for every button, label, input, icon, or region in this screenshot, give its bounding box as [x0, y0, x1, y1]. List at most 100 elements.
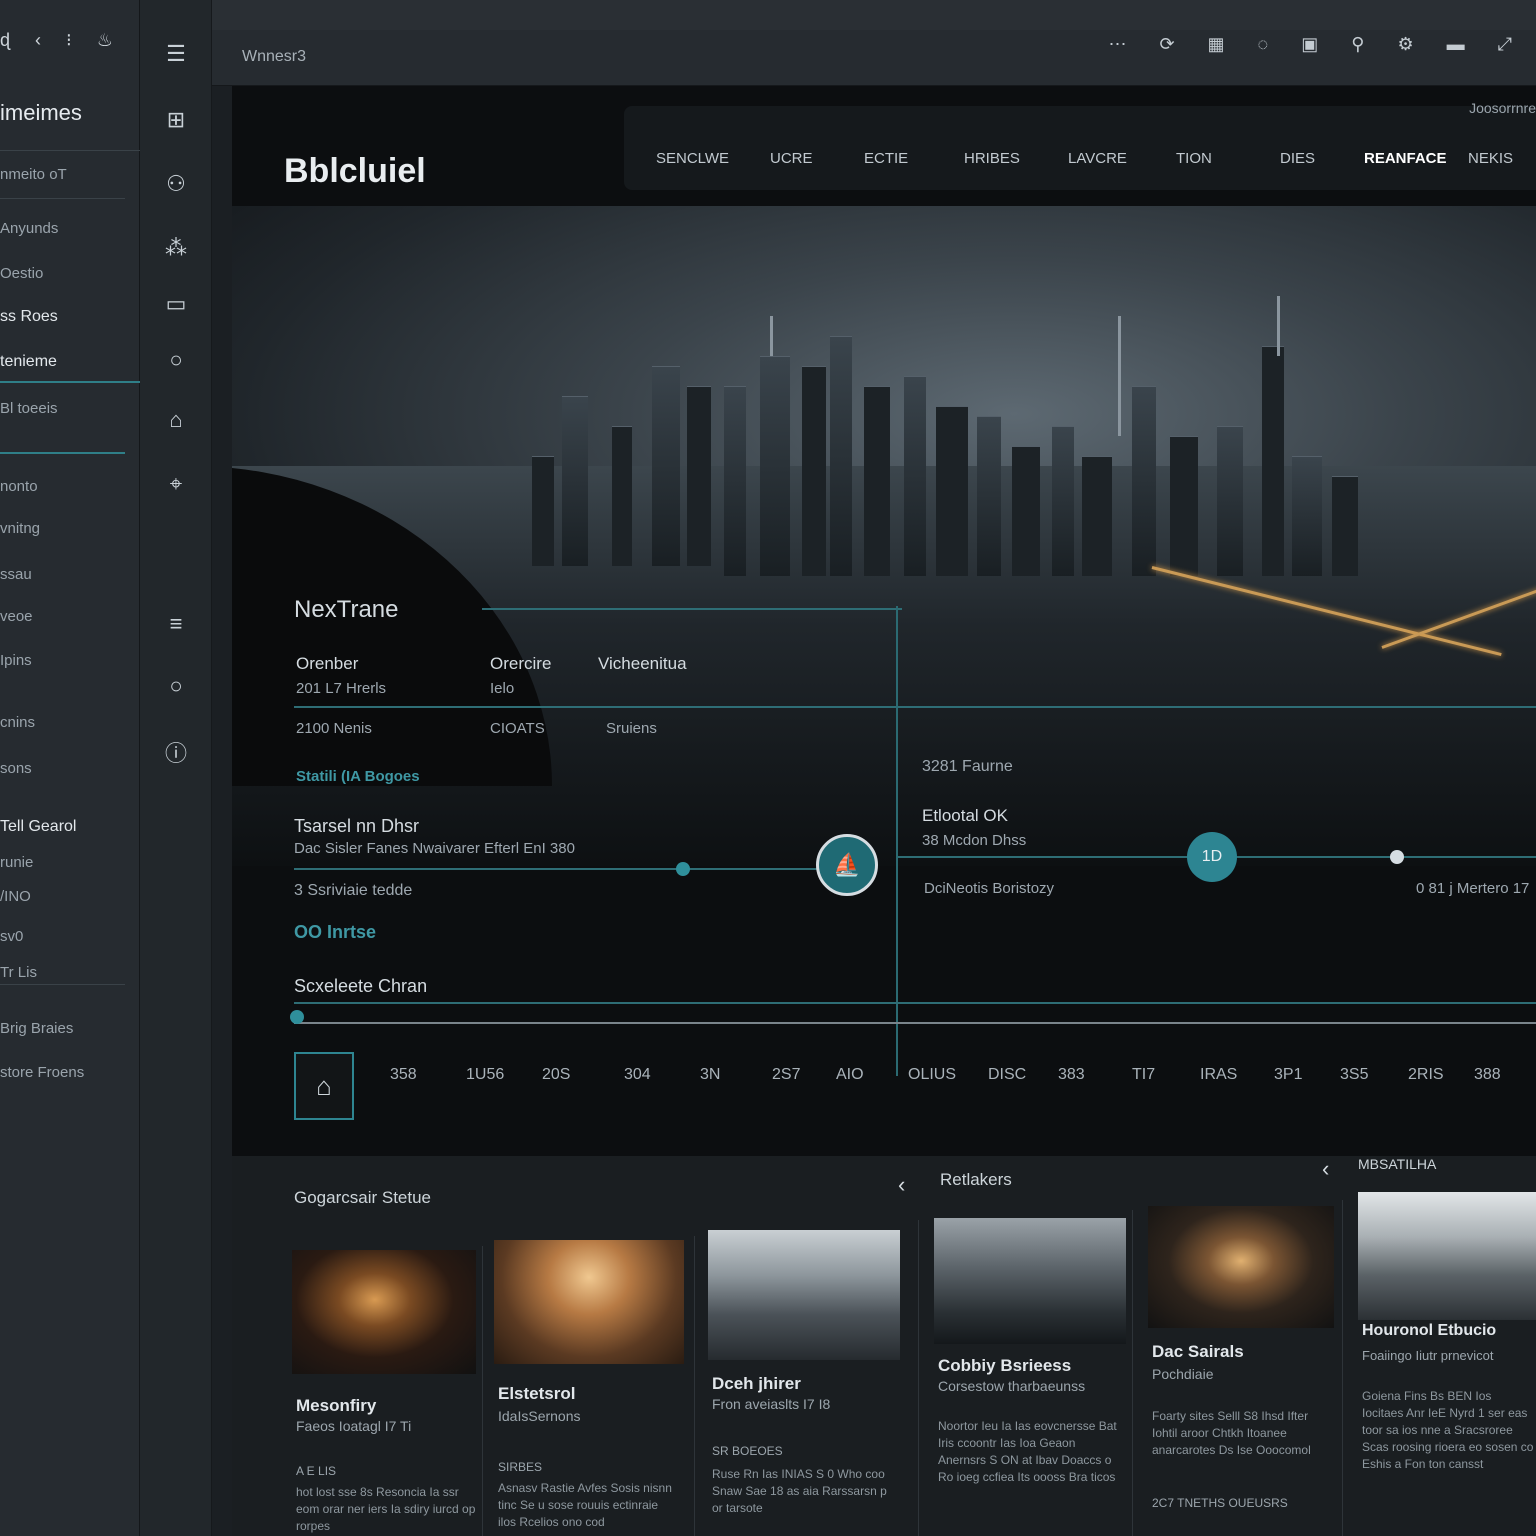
- nav-item[interactable]: LAVCRE: [1068, 150, 1127, 167]
- timeline-tick[interactable]: 20S: [542, 1066, 570, 1084]
- book-icon[interactable]: ▭: [162, 290, 190, 318]
- timeline-tick[interactable]: 383: [1058, 1066, 1085, 1084]
- progress-dot[interactable]: [676, 862, 690, 876]
- bag-icon[interactable]: ⌂: [162, 406, 190, 434]
- card-thumbnail[interactable]: [1148, 1206, 1334, 1328]
- timeline-tick[interactable]: 3S5: [1340, 1066, 1368, 1084]
- secondary-marker[interactable]: 1D: [1187, 832, 1237, 882]
- card-subtitle: Fron aveiaslts I7 I8: [712, 1396, 831, 1412]
- divider: [0, 198, 125, 199]
- nav-item-active[interactable]: REANFACE: [1364, 150, 1447, 167]
- card-subtitle: IdaIsSernons: [498, 1408, 581, 1424]
- timeline-handle[interactable]: [290, 1010, 304, 1024]
- card-title[interactable]: Mesonfiry: [296, 1396, 376, 1416]
- nav-item[interactable]: ECTIE: [864, 150, 908, 167]
- brand-logo[interactable]: Bblcluiel: [284, 152, 426, 191]
- left-panel-item[interactable]: /INO: [0, 888, 31, 905]
- timeline-tick[interactable]: OLIUS: [908, 1066, 956, 1084]
- nav-item[interactable]: DIES: [1280, 150, 1315, 167]
- card-divider: [918, 1220, 919, 1536]
- card-meta: 2C7 TNETHS OUEUSRS: [1152, 1496, 1288, 1510]
- status-link[interactable]: Statili (IA Bogoes: [296, 768, 420, 785]
- nav-item[interactable]: HRIBES: [964, 150, 1020, 167]
- timeline-tick[interactable]: 388: [1474, 1066, 1501, 1084]
- divider: [0, 452, 125, 454]
- title-rule: [482, 608, 902, 610]
- left-panel-item[interactable]: vnitng: [0, 520, 40, 537]
- left-panel-item[interactable]: sv0: [0, 928, 23, 945]
- left-panel-item[interactable]: runie: [0, 854, 33, 871]
- section-heading-left: Gogarcsair Stetue: [294, 1188, 432, 1207]
- left-panel-item[interactable]: Brig Braies: [0, 1020, 73, 1037]
- timeline-tick[interactable]: 1U56: [466, 1066, 504, 1084]
- card-thumbnail[interactable]: [494, 1240, 684, 1364]
- card-subtitle: Foaiingo Iiutr prnevicot: [1362, 1348, 1494, 1363]
- left-panel-item[interactable]: ss Roes: [0, 308, 58, 326]
- left-panel-item[interactable]: nonto: [0, 478, 38, 495]
- pin-icon[interactable]: ⌖: [162, 470, 190, 498]
- circle-icon[interactable]: ○: [162, 346, 190, 374]
- chevron-left-icon[interactable]: ‹: [898, 1172, 905, 1198]
- left-panel-item[interactable]: ssau: [0, 566, 32, 583]
- left-panel-item-active[interactable]: tenieme: [0, 353, 57, 371]
- col2-label: Orercire: [490, 654, 552, 673]
- card-title[interactable]: Houronol Etbucio: [1362, 1322, 1496, 1340]
- card-subtitle: Corsestow tharbaeunss: [938, 1378, 1086, 1394]
- nav-item[interactable]: TION: [1176, 150, 1212, 167]
- left-panel-top-icons[interactable]: ɖ ‹ ⁝ ♨: [0, 30, 123, 51]
- row2-c: Sruiens: [606, 720, 657, 737]
- left-panel-item[interactable]: Bl toeeis: [0, 400, 58, 417]
- grid-icon[interactable]: ⊞: [162, 106, 190, 134]
- progress-track: [294, 868, 854, 870]
- card-body: Ruse Rn Ias INIAS S 0 Who coo Snaw Sae 1…: [712, 1467, 887, 1515]
- nav-item[interactable]: UCRE: [770, 150, 813, 167]
- card-thumbnail[interactable]: [708, 1230, 900, 1360]
- card-meta: A E LIS: [296, 1464, 337, 1478]
- toolbar-icons[interactable]: ⋯ ⟳ ▦ ◌ ▣ ⚲ ⚙ ▬ ⤢: [1108, 34, 1526, 55]
- card-body: Noortor Ieu Ia Ias eovcnersse Bat Iris c…: [938, 1419, 1117, 1484]
- right-stat-b-sub: 38 Mcdon Dhss: [922, 832, 1027, 849]
- timeline-tick[interactable]: IRAS: [1200, 1066, 1237, 1084]
- info-icon[interactable]: ⓘ: [162, 740, 190, 768]
- timeline-tick[interactable]: TI7: [1132, 1066, 1155, 1084]
- hamburger-menu-icon[interactable]: ☰: [162, 40, 190, 68]
- left-panel-item[interactable]: Ipins: [0, 652, 32, 669]
- left-panel-item[interactable]: Tell Gearol: [0, 818, 76, 836]
- left-panel-item[interactable]: nmeito oT: [0, 166, 67, 183]
- list-icon[interactable]: ≡: [162, 610, 190, 638]
- left-panel-item[interactable]: store Froens: [0, 1064, 84, 1081]
- timeline-tick[interactable]: 2RIS: [1408, 1066, 1444, 1084]
- card-body: Goiena Fins Bs BEN Ios Iocitaes Anr IeE …: [1362, 1389, 1534, 1471]
- card-thumbnail[interactable]: [292, 1250, 476, 1374]
- card-title[interactable]: Dac Sairals: [1152, 1342, 1244, 1362]
- chevron-left-icon[interactable]: ‹: [1322, 1156, 1329, 1182]
- people-icon[interactable]: ⚇: [162, 170, 190, 198]
- timeline-tick[interactable]: 3P1: [1274, 1066, 1302, 1084]
- home-button[interactable]: ⌂: [294, 1052, 354, 1120]
- timeline-tick[interactable]: DISC: [988, 1066, 1026, 1084]
- timeline-tick[interactable]: 304: [624, 1066, 651, 1084]
- card-title[interactable]: Dceh jhirer: [712, 1374, 801, 1394]
- timeline-tick[interactable]: 358: [390, 1066, 417, 1084]
- timeline-tick[interactable]: 3N: [700, 1066, 720, 1084]
- timeline-tick[interactable]: AIO: [836, 1066, 864, 1084]
- left-panel-item[interactable]: Tr Lis: [0, 964, 37, 981]
- card-title[interactable]: Elstetsrol: [498, 1384, 575, 1404]
- card-thumbnail[interactable]: [934, 1218, 1126, 1344]
- timeline-tick[interactable]: 2S7: [772, 1066, 800, 1084]
- nav-item[interactable]: SENCLWE: [656, 150, 729, 167]
- track-dot[interactable]: [1390, 850, 1404, 864]
- header-user-label[interactable]: Joosorrnre: [1469, 100, 1536, 116]
- left-panel-item[interactable]: Anyunds: [0, 220, 58, 237]
- card-subtitle: Pochdiaie: [1152, 1366, 1214, 1382]
- location-marker[interactable]: ⛵: [816, 834, 878, 896]
- left-panel-item[interactable]: sons: [0, 760, 32, 777]
- card-thumbnail[interactable]: [1358, 1192, 1536, 1320]
- left-panel-item[interactable]: Oestio: [0, 265, 43, 282]
- left-panel-item[interactable]: veoe: [0, 608, 33, 625]
- card-title[interactable]: Cobbiy Bsrieess: [938, 1356, 1071, 1376]
- apps-icon[interactable]: ⁂: [162, 234, 190, 262]
- circle-outline-icon[interactable]: ○: [162, 672, 190, 700]
- nav-item[interactable]: NEKIS: [1468, 150, 1513, 167]
- left-panel-item[interactable]: cnins: [0, 714, 35, 731]
